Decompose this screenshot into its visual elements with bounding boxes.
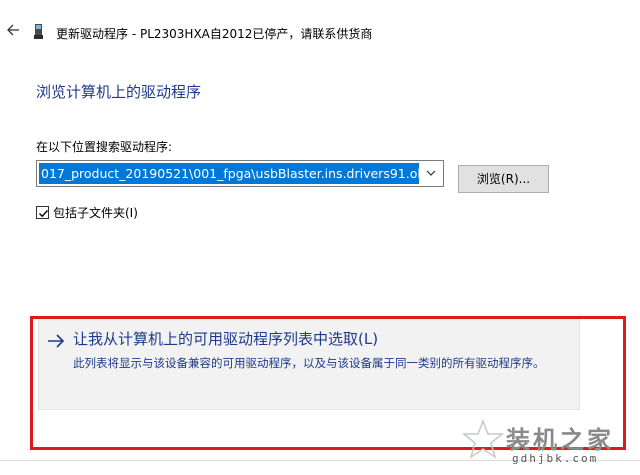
search-location-label: 在以下位置搜索驱动程序: bbox=[36, 140, 173, 154]
usb-device-icon bbox=[34, 24, 43, 39]
include-subfolders-checkbox[interactable]: 包括子文件夹(I) bbox=[36, 204, 138, 220]
watermark-text: 装机之家 bbox=[506, 425, 614, 454]
checkbox-checked-icon[interactable] bbox=[36, 205, 49, 219]
include-subfolders-label: 包括子文件夹(I) bbox=[53, 205, 138, 220]
driver-path-combobox[interactable]: 017_product_20190521\001_fpga\usbBlaster… bbox=[36, 160, 444, 187]
driver-path-input[interactable]: 017_product_20190521\001_fpga\usbBlaster… bbox=[39, 163, 419, 184]
title-bar: 更新驱动程序 - PL2303HXA自2012已停产，请联系供货商 bbox=[0, 0, 640, 60]
star-icon bbox=[461, 418, 505, 464]
page-title: 浏览计算机上的驱动程序 bbox=[36, 83, 202, 101]
window-title: 更新驱动程序 - PL2303HXA自2012已停产，请联系供货商 bbox=[56, 27, 373, 41]
watermark-logo: 装机之家 gdhjbk.com bbox=[461, 418, 632, 473]
browse-button[interactable]: 浏览(R)... bbox=[458, 165, 549, 193]
back-arrow-icon[interactable] bbox=[6, 22, 20, 36]
watermark-url: gdhjbk.com bbox=[512, 452, 599, 465]
chevron-down-icon[interactable] bbox=[419, 161, 443, 186]
